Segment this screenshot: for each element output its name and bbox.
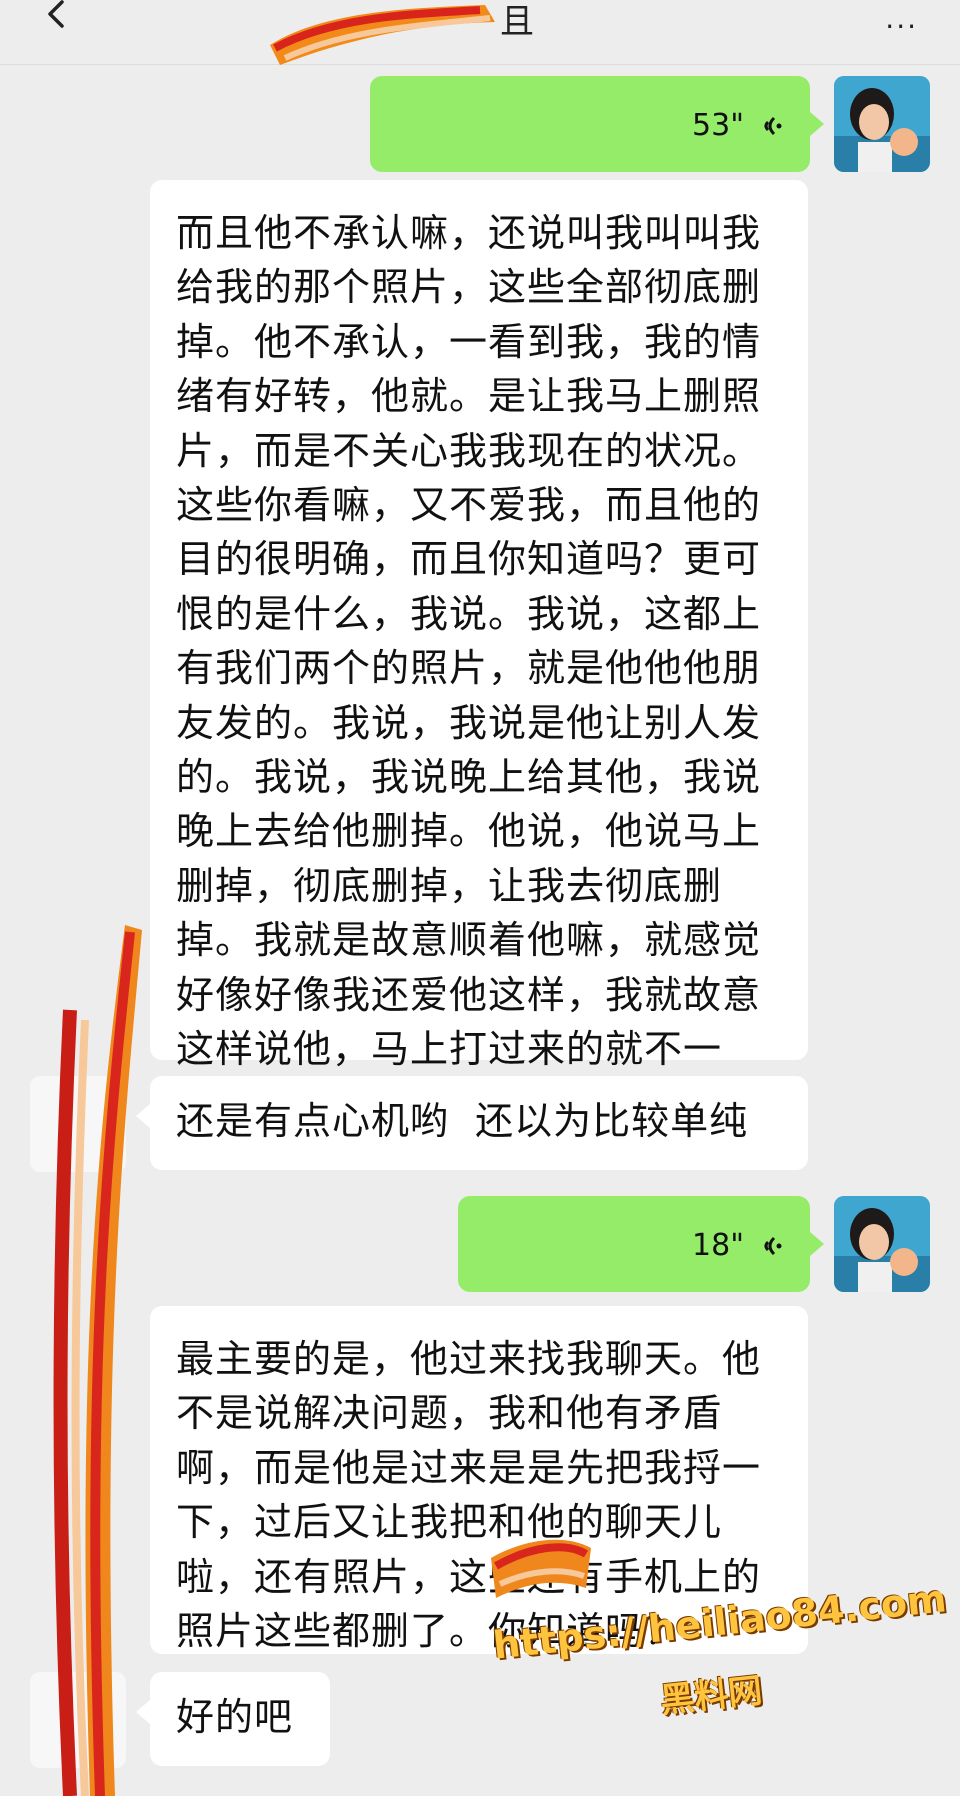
- voice-duration: 53": [692, 108, 744, 143]
- back-icon[interactable]: [38, 0, 78, 40]
- message-text: 还是有点心机哟 还以为比较单纯: [176, 1099, 749, 1143]
- incoming-text-message: 还是有点心机哟 还以为比较单纯: [150, 1076, 808, 1170]
- redaction-scribble-inline: [491, 1539, 591, 1598]
- user-avatar[interactable]: [834, 76, 930, 172]
- voice-wave-icon: [764, 116, 782, 135]
- message-text: 好的吧: [176, 1695, 294, 1739]
- outgoing-voice-message[interactable]: 53": [370, 76, 810, 172]
- incoming-text-message: 而且他不承认嘛，还说叫我叫叫我给我的那个照片，这些全部彻底删掉。他不承认，一看到…: [150, 180, 808, 1126]
- more-options-icon[interactable]: ···: [885, 10, 918, 43]
- redaction-scribble-title: [270, 5, 495, 65]
- watermark-site-name: 黑料网: [658, 1670, 765, 1722]
- voice-duration: 18": [692, 1228, 744, 1263]
- incoming-text-message: 好的吧: [150, 1672, 330, 1766]
- message-text: 而且他不承认嘛，还说叫我叫叫我给我的那个照片，这些全部彻底删掉。他不承认，一看到…: [176, 211, 762, 1126]
- outgoing-voice-message[interactable]: 18": [458, 1196, 810, 1292]
- voice-wave-icon: [764, 1236, 782, 1255]
- user-avatar[interactable]: [834, 1196, 930, 1292]
- redaction-scribble-left: [53, 925, 142, 1796]
